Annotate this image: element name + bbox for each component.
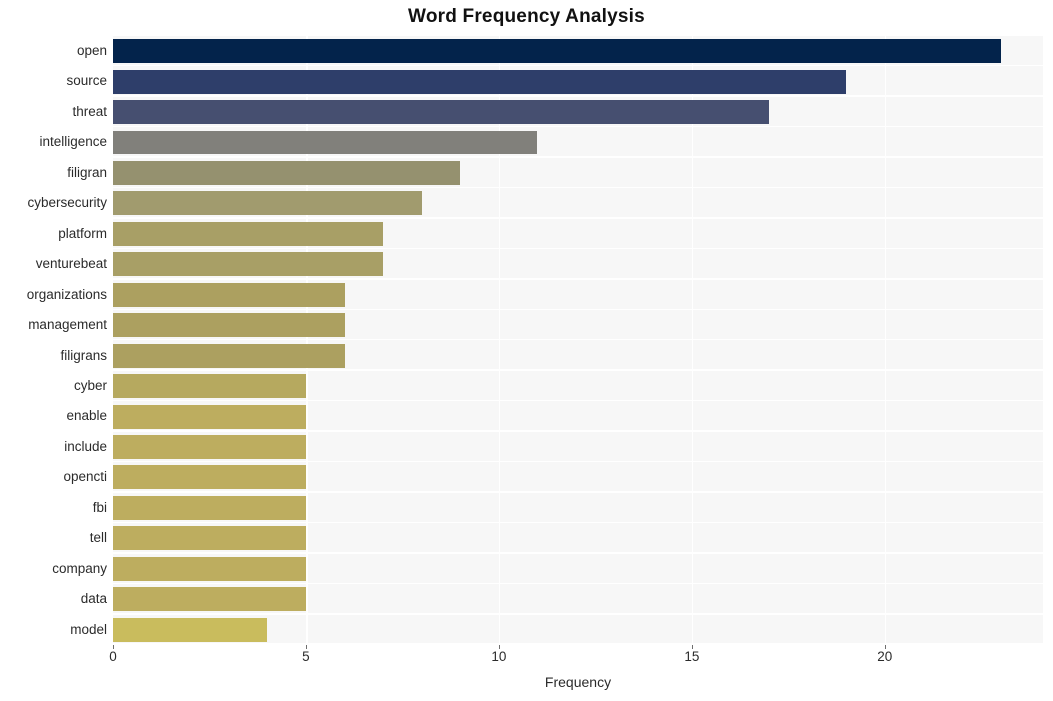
bar — [113, 69, 847, 94]
bar-row — [113, 310, 1043, 341]
y-axis-tick-label: model — [70, 621, 107, 637]
bar-row — [113, 462, 1043, 493]
y-axis-tick-label: enable — [66, 408, 107, 424]
bar — [113, 160, 461, 185]
y-axis-tick-label: venturebeat — [35, 256, 107, 272]
bar — [113, 313, 345, 338]
y-axis-tick-label: filigrans — [60, 347, 107, 363]
bar-row — [113, 249, 1043, 280]
bar-row — [113, 188, 1043, 219]
x-axis-tick-label: 10 — [491, 649, 507, 664]
bar-row — [113, 280, 1043, 311]
bar — [113, 130, 538, 155]
y-axis-tick-label: tell — [89, 530, 107, 546]
bar — [113, 465, 306, 490]
y-axis-tick-label: management — [28, 317, 107, 333]
bar-row — [113, 401, 1043, 432]
bar — [113, 556, 306, 581]
bar — [113, 343, 345, 368]
bars-layer — [113, 36, 1043, 645]
plot-area — [113, 36, 1043, 645]
bar — [113, 404, 306, 429]
bar — [113, 374, 306, 399]
x-axis-tick-label: 15 — [684, 649, 700, 664]
y-axis-tick-label: data — [80, 591, 107, 607]
x-axis-tick-label: 20 — [877, 649, 893, 664]
bar-row — [113, 341, 1043, 371]
y-axis-tick-label: cybersecurity — [27, 195, 107, 211]
bar — [113, 282, 345, 307]
bar-row — [113, 66, 1043, 97]
y-axis-tick-label: cyber — [73, 377, 107, 393]
y-axis-tick-label: platform — [58, 225, 107, 241]
y-axis-tick-label: opencti — [63, 469, 107, 485]
bar-row — [113, 554, 1043, 585]
y-axis-tick-label: open — [76, 43, 107, 58]
bar-row — [113, 36, 1043, 67]
bar-row — [113, 219, 1043, 250]
bar-row — [113, 127, 1043, 158]
y-axis-tick-labels: open source threat intelligence filigran cybe… — [0, 36, 107, 645]
y-axis-tick-label: fbi — [92, 499, 107, 515]
y-axis-tick-label: filigran — [67, 164, 107, 180]
y-axis-tick-label: company — [52, 560, 107, 576]
bar — [113, 39, 1001, 64]
x-axis-tick-labels: 0 5 10 15 20 — [0, 645, 1053, 671]
x-axis-tick-label: 0 — [109, 649, 117, 664]
y-axis-tick-label: organizations — [26, 286, 107, 302]
bar-row — [113, 584, 1043, 615]
bar-row — [113, 493, 1043, 524]
x-axis-title: Frequency — [544, 674, 612, 690]
bar — [113, 526, 306, 551]
bar — [113, 435, 306, 459]
bar — [113, 100, 770, 125]
bar — [113, 617, 268, 642]
y-axis-tick-label: include — [64, 438, 107, 454]
bar — [113, 587, 306, 612]
bar — [113, 221, 384, 246]
bar-row — [113, 97, 1043, 128]
chart-figure: Word Frequency Analysis open source threat… — [0, 0, 1053, 701]
bar-row — [113, 371, 1043, 402]
bar-row — [113, 615, 1043, 645]
bar-row — [113, 432, 1043, 463]
x-axis-tick-label: 5 — [302, 649, 310, 664]
y-axis-tick-label: source — [66, 73, 107, 89]
y-axis-tick-label: threat — [72, 103, 107, 119]
chart-title: Word Frequency Analysis — [408, 6, 645, 27]
bar — [113, 252, 384, 277]
bar — [113, 191, 422, 216]
y-axis-tick-label: intelligence — [39, 134, 107, 150]
bar-row — [113, 158, 1043, 189]
bar — [113, 495, 306, 520]
bar-row — [113, 523, 1043, 554]
